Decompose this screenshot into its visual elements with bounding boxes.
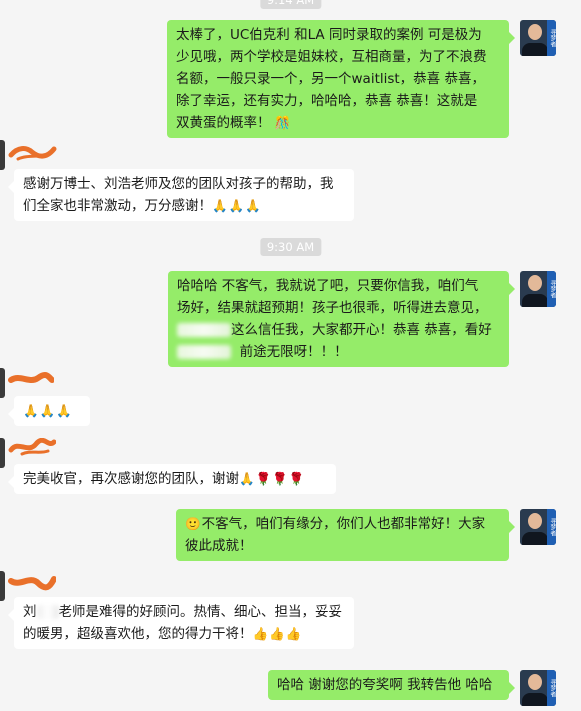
redacted-name-scribble	[8, 438, 56, 456]
message-text: 彼此成就！	[185, 538, 253, 554]
pray-emoji: 🙏🙏🙏	[212, 198, 262, 213]
timestamp: 9:14 AM	[259, 0, 322, 9]
avatar[interactable]: 寻梦者	[520, 20, 556, 56]
avatar-suit	[522, 693, 548, 706]
message-bubble-outgoing[interactable]: 太棒了，UC伯克利 和LA 同时录取的案例 可是极为 少见哦，两个学校是姐妹校，…	[167, 20, 515, 138]
message-text: 们全家也非常激动，万分感谢！🙏🙏🙏	[23, 198, 262, 214]
avatar-tag: 寻梦者	[547, 509, 556, 545]
message-text: 名额，一般只录一个，另一个waitlist，恭喜 恭喜，	[176, 71, 485, 87]
avatar-face	[528, 275, 542, 291]
message-text: 场好，结果就超预期！孩子也很乖，听得进去意见，	[177, 300, 488, 316]
message-text: 前途无限呀！！！	[177, 341, 500, 363]
message-text: 太棒了，UC伯克利 和LA 同时录取的案例 可是极为	[176, 27, 482, 43]
redacted-name-scribble	[8, 576, 56, 591]
avatar-edge	[0, 571, 5, 601]
avatar-face	[528, 674, 542, 690]
message-bubble-outgoing[interactable]: 🙂不客气，咱们有缘分，你们人也都非常好！大家 彼此成就！	[176, 509, 515, 561]
message-text: 除了幸运，还有实力，哈哈哈，恭喜 恭喜！这就是	[176, 93, 478, 109]
avatar-suit	[522, 294, 548, 307]
avatar-edge	[0, 140, 5, 170]
message-text: 完美收官，再次感谢您的团队，谢谢	[23, 471, 239, 487]
message-bubble-incoming[interactable]: 完美收官，再次感谢您的团队，谢谢🙏🌹🌹🌹	[8, 464, 336, 494]
message-text: 哈哈 谢谢您的夸奖啊 我转告他 哈哈	[277, 677, 493, 693]
avatar-face	[528, 513, 542, 529]
pray-emoji: 🙏🙏🙏	[23, 403, 73, 418]
message-text: 感谢万博士、刘浩老师及您的团队对孩子的帮助，我	[23, 176, 334, 192]
message-bubble-incoming[interactable]: 🙏🙏🙏	[8, 396, 90, 426]
avatar-tag: 寻梦者	[547, 20, 556, 56]
message-text: 双黄蛋的概率！ 🎊	[176, 115, 292, 131]
redacted-name-scribble	[8, 146, 57, 161]
avatar-suit	[522, 532, 548, 545]
message-text: 刘老师是难得的好顾问。热情、细心、担当，妥妥	[23, 604, 342, 620]
redacted-text	[36, 605, 59, 619]
message-bubble-incoming[interactable]: 刘老师是难得的好顾问。热情、细心、担当，妥妥 的暖男，超级喜欢他，您的得力干将！…	[8, 597, 354, 649]
message-bubble-incoming[interactable]: 感谢万博士、刘浩老师及您的团队对孩子的帮助，我 们全家也非常激动，万分感谢！🙏🙏…	[8, 169, 354, 221]
avatar-edge	[0, 438, 5, 468]
message-bubble-outgoing[interactable]: 哈哈哈 不客气，我就说了吧，只要你信我，咱们气 场好，结果就超预期！孩子也很乖，…	[168, 271, 515, 367]
avatar-face	[528, 24, 542, 40]
pray-rose-emoji: 🙏🌹🌹🌹	[239, 471, 306, 486]
redacted-name-scribble	[8, 371, 54, 383]
avatar-edge	[0, 368, 5, 398]
avatar-tag: 寻梦者	[547, 271, 556, 307]
redacted-text	[177, 345, 231, 359]
smile-emoji: 🙂	[185, 516, 202, 531]
message-text: 哈哈哈 不客气，我就说了吧，只要你信我，咱们气	[177, 278, 479, 294]
party-popper-emoji: 🎊	[274, 115, 292, 130]
avatar[interactable]: 寻梦者	[520, 271, 556, 307]
message-text: 少见哦，两个学校是姐妹校，互相商量，为了不浪费	[176, 49, 487, 65]
message-bubble-outgoing[interactable]: 哈哈 谢谢您的夸奖啊 我转告他 哈哈	[268, 670, 515, 700]
avatar[interactable]: 寻梦者	[520, 670, 556, 706]
message-text: 🙂不客气，咱们有缘分，你们人也都非常好！大家	[185, 516, 486, 532]
message-text: 这么信任我，大家都开心！恭喜 恭喜，看好	[177, 319, 500, 341]
message-text: 的暖男，超级喜欢他，您的得力干将！👍👍👍	[23, 626, 303, 642]
timestamp: 9:30 AM	[259, 238, 322, 256]
redacted-text	[177, 323, 231, 337]
avatar[interactable]: 寻梦者	[520, 509, 556, 545]
avatar-suit	[522, 43, 548, 56]
thumbs-up-emoji: 👍👍👍	[252, 626, 303, 641]
avatar-tag: 寻梦者	[547, 670, 556, 706]
